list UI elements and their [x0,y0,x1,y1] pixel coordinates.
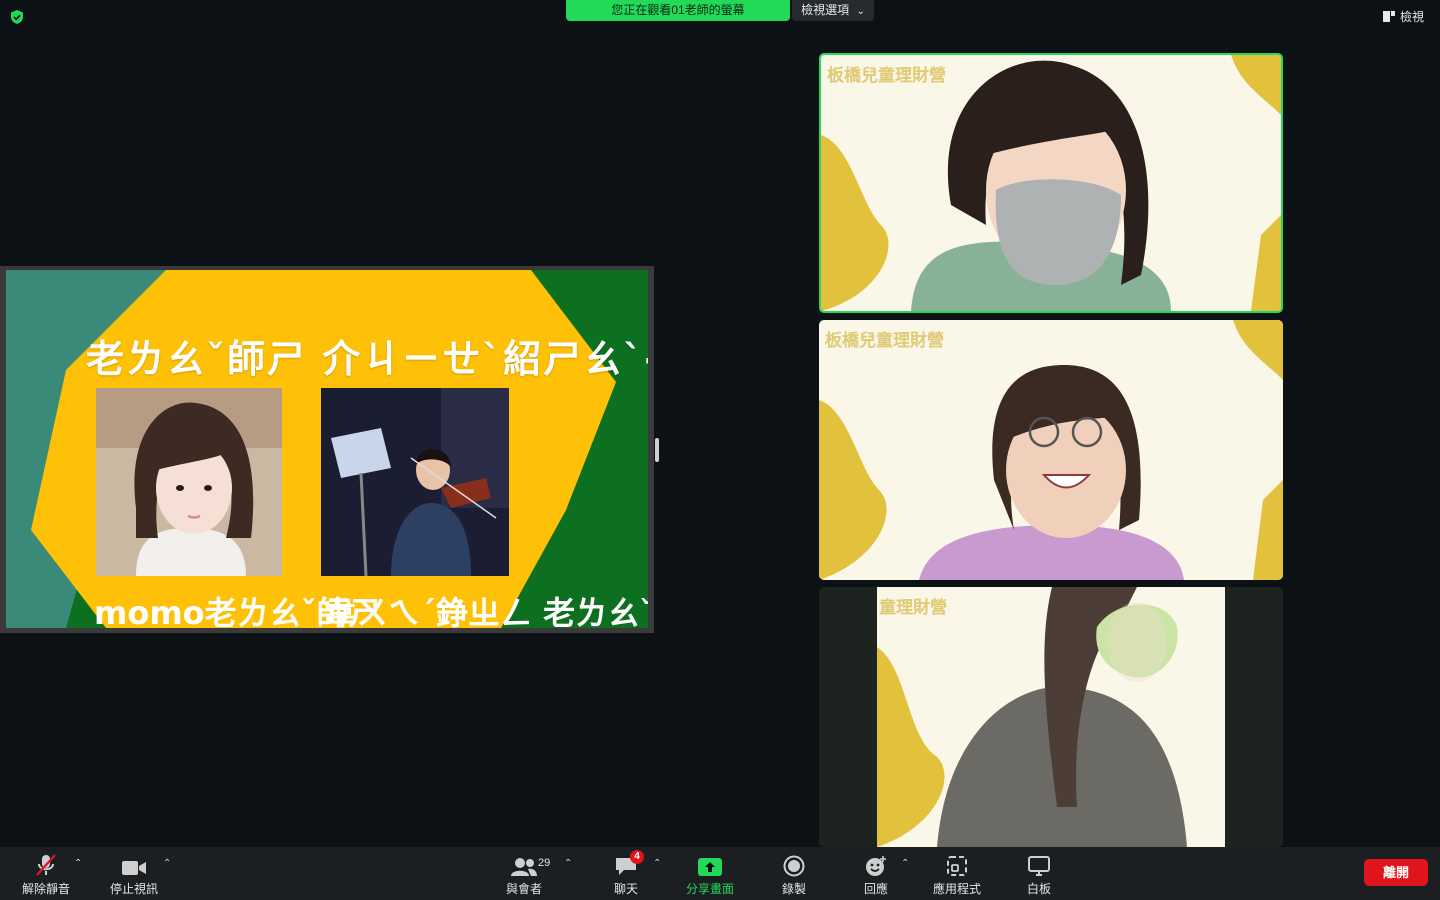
participants-count: 29 [538,857,551,869]
stop-video-label: 停止視訊 [109,882,158,896]
unmute-label: 解除靜音 [21,882,70,896]
participant-video-2[interactable]: 板橋兒童理財營 [819,320,1283,580]
whiteboard-button[interactable]: 白板 [1014,847,1064,900]
view-label: 檢視 [1399,10,1424,24]
video-options-chevron-icon[interactable]: ⌃ [163,858,171,869]
video-frame-2 [819,320,1283,580]
participant-video-3[interactable]: 童理財營 [819,587,1283,847]
leave-meeting-button[interactable]: 離開 [1364,859,1428,886]
video-1-background-label: 板橋兒童理財營 [827,66,946,86]
presentation-slide: 老ㄌㄠˇ師ㄕ 介ㄐㄧㄝˋ紹ㄕㄠˋ-感ㄍㄢˇ恩ㄣ 課ㄎㄜˋ [6,270,648,628]
participants-label: 與會者 [505,882,542,896]
view-options-label: 檢視選項 [801,3,850,17]
caption-violin-teacher: 韋ㄨㄟˊ錚ㄓㄥ 老ㄌㄠˇ師ㄕ [324,594,648,628]
shared-screen: 老ㄌㄠˇ師ㄕ 介ㄐㄧㄝˋ紹ㄕㄠˋ-感ㄍㄢˇ恩ㄣ 課ㄎㄜˋ [0,266,654,633]
participants-button[interactable]: 與會者 [494,847,554,900]
participant-video-1[interactable]: 板橋兒童理財營 [819,53,1283,313]
reactions-options-chevron-icon[interactable]: ⌃ [901,858,909,869]
chat-label: 聊天 [613,882,638,896]
whiteboard-icon [1028,856,1050,876]
stop-video-button[interactable]: 停止視訊 [100,847,168,900]
participants-icon [511,858,537,876]
apps-icon [947,856,967,876]
chevron-down-icon: ⌄ [856,6,865,17]
video-2-background-label: 板橋兒童理財營 [825,331,944,351]
security-shield-icon[interactable] [9,9,25,25]
reactions-label: 回應 [863,882,888,896]
record-icon [783,855,805,877]
share-screen-label: 分享畫面 [685,882,734,896]
reactions-button[interactable]: 回應 [852,847,900,900]
unmute-button[interactable]: 解除靜音 [12,847,80,900]
slide-title: 老ㄌㄠˇ師ㄕ 介ㄐㄧㄝˋ紹ㄕㄠˋ-感ㄍㄢˇ恩ㄣ 課ㄎㄜˋ [86,337,648,381]
teacher-violinist-photo [321,388,509,576]
apps-label: 應用程式 [932,882,981,896]
viewing-screen-banner: 您正在觀看01老師的螢幕 [566,0,790,21]
teacher-momo-photo [96,388,282,576]
video-frame-1 [821,55,1281,311]
view-layout-icon [1382,11,1395,22]
smiley-reaction-icon [866,856,886,876]
video-camera-icon [122,861,146,875]
share-screen-button[interactable]: 分享畫面 [680,847,740,900]
share-screen-icon [698,858,722,876]
whiteboard-label: 白板 [1026,882,1051,896]
split-view-drag-handle[interactable] [655,438,659,462]
record-button[interactable]: 錄製 [770,847,818,900]
chat-options-chevron-icon[interactable]: ⌃ [653,858,661,869]
chat-unread-badge: 4 [630,850,644,864]
record-label: 錄製 [781,882,806,896]
chat-button[interactable]: 聊天 [600,847,652,900]
view-options-button[interactable]: 檢視選項 ⌄ [792,0,874,21]
video-3-background-label: 童理財營 [879,598,947,618]
audio-options-chevron-icon[interactable]: ⌃ [74,858,82,869]
video-frame-3 [877,587,1225,847]
apps-button[interactable]: 應用程式 [926,847,988,900]
participants-options-chevron-icon[interactable]: ⌃ [564,858,572,869]
muted-microphone-icon [36,854,56,876]
view-button[interactable]: 檢視 [1382,8,1424,25]
